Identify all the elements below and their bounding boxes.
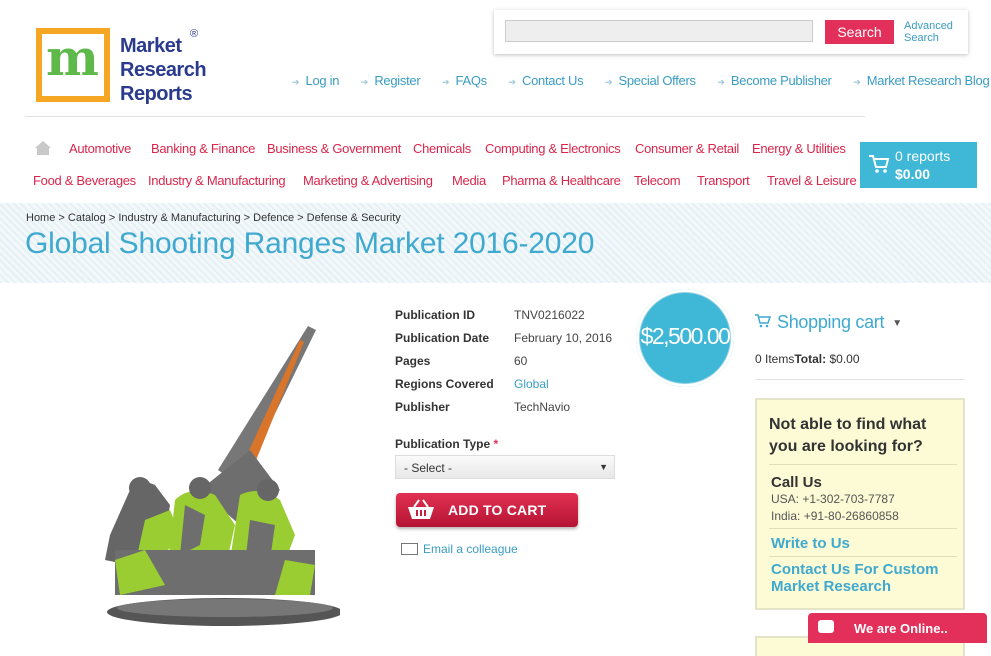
category-pharma-healthcare[interactable]: Pharma & Healthcare: [502, 173, 621, 188]
category-consumer-retail[interactable]: Consumer & Retail: [635, 141, 739, 156]
email-colleague-link[interactable]: Email a colleague: [401, 542, 518, 556]
site-logo[interactable]: m Market Research Reports ®: [36, 28, 216, 108]
call-us-heading: Call Us: [771, 474, 822, 491]
logo-mark: m: [36, 28, 110, 102]
add-to-cart-button[interactable]: ADD TO CART: [396, 493, 578, 527]
category-energy-utilities[interactable]: Energy & Utilities: [752, 141, 846, 156]
category-automotive[interactable]: Automotive: [69, 141, 131, 156]
login-link[interactable]: Log in: [306, 73, 340, 88]
price-badge: $2,500.00: [636, 289, 734, 387]
cart-icon: [755, 314, 771, 328]
category-row-2: Food & Beverages Industry & Manufacturin…: [0, 173, 860, 191]
category-row-1: Automotive Banking & Finance Business & …: [0, 141, 860, 159]
category-banking-finance[interactable]: Banking & Finance: [151, 141, 255, 156]
category-chemicals[interactable]: Chemicals: [413, 141, 471, 156]
category-marketing-advertising[interactable]: Marketing & Advertising: [303, 173, 433, 188]
basket-icon: [408, 499, 434, 519]
chat-bubble-icon: [818, 620, 834, 633]
shopping-cart-heading[interactable]: Shopping cart ▼: [755, 312, 902, 333]
breadcrumb[interactable]: Home > Catalog > Industry & Manufacturin…: [26, 212, 401, 224]
search-input[interactable]: [505, 20, 813, 42]
divider: [25, 116, 865, 117]
registered-mark: ®: [190, 28, 199, 40]
header-cart[interactable]: 0 reports $0.00: [860, 142, 977, 188]
help-heading: Not able to find what you are looking fo…: [769, 416, 927, 455]
faqs-link[interactable]: FAQs: [456, 73, 488, 88]
publication-type-label: Publication Type *: [395, 437, 499, 451]
search-button[interactable]: Search: [825, 20, 894, 44]
regions-link[interactable]: Global: [514, 377, 549, 391]
help-box: Not able to find what you are looking fo…: [755, 398, 965, 610]
chevron-down-icon[interactable]: ▼: [892, 318, 902, 329]
cart-total: $0.00: [895, 166, 931, 182]
logo-wordmark: Market Research Reports: [120, 35, 207, 105]
search-panel: Search Advanced Search: [494, 10, 968, 54]
live-chat-button[interactable]: We are Online..: [808, 613, 987, 643]
contact-us-link[interactable]: Contact Us: [522, 73, 584, 88]
shopping-cart-summary: 0 ItemsTotal: $0.00: [755, 352, 860, 366]
category-computing-electronics[interactable]: Computing & Electronics: [485, 141, 621, 156]
category-food-beverages[interactable]: Food & Beverages: [33, 173, 136, 188]
category-travel-leisure[interactable]: Travel & Leisure: [767, 173, 857, 188]
cart-icon: [869, 155, 890, 173]
custom-research-link[interactable]: Contact Us For Custom Market Research: [771, 561, 951, 595]
special-offers-link[interactable]: Special Offers: [619, 73, 697, 88]
envelope-icon: [401, 542, 418, 555]
register-link[interactable]: Register: [374, 73, 420, 88]
phone-usa: USA: +1-302-703-7787: [771, 492, 895, 506]
become-publisher-link[interactable]: Become Publisher: [731, 73, 832, 88]
title-band: Home > Catalog > Industry & Manufacturin…: [0, 203, 991, 283]
dropdown-arrow-icon: ▼: [599, 462, 608, 472]
publication-type-select[interactable]: - Select - ▼: [395, 455, 615, 479]
divider: [755, 379, 965, 380]
category-transport[interactable]: Transport: [697, 173, 750, 188]
page-title: Global Shooting Ranges Market 2016-2020: [25, 227, 595, 260]
top-links: ➔ Log in ➔ Register ➔ FAQs ➔ Contact Us ➔ Spe…: [292, 73, 990, 88]
advanced-search-link[interactable]: Advanced Search: [904, 20, 953, 44]
category-media[interactable]: Media: [452, 173, 486, 188]
phone-india: India: +91-80-26860858: [771, 509, 899, 523]
product-image: [105, 326, 340, 626]
blog-link[interactable]: Market Research Blog: [867, 73, 990, 88]
write-to-us-link[interactable]: Write to Us: [771, 535, 850, 552]
cart-report-count: 0 reports: [895, 148, 951, 164]
category-telecom[interactable]: Telecom: [634, 173, 681, 188]
category-business-government[interactable]: Business & Government: [267, 141, 401, 156]
category-industry-manufacturing[interactable]: Industry & Manufacturing: [148, 173, 286, 188]
